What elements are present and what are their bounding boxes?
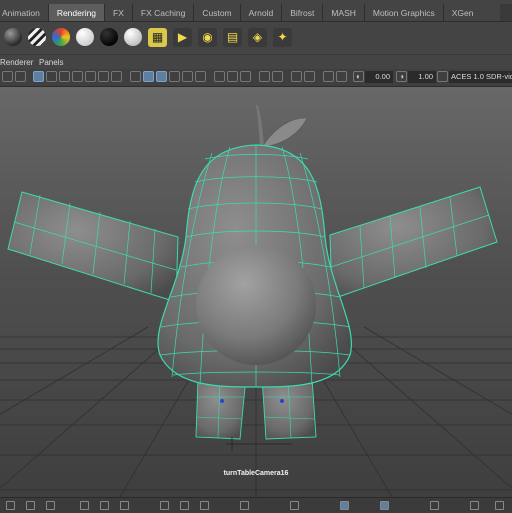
safe-action-icon[interactable] (98, 71, 109, 82)
menu-renderer[interactable]: Renderer (0, 58, 33, 67)
gamma-field[interactable]: 1.00 (408, 71, 436, 83)
tab-bifrost[interactable]: Bifrost (281, 4, 322, 21)
batch-render-icon[interactable]: ◈ (248, 27, 267, 47)
stem-leaf (256, 105, 308, 148)
viewport-3d[interactable]: turnTableCamera16 (0, 87, 512, 497)
viewport-toolbar: ◐ 0.00 ◑ 1.00 ACES 1.0 SDR-video (0, 69, 512, 87)
wireframe-on-shaded-icon[interactable] (156, 71, 167, 82)
scale-tool-icon[interactable] (120, 501, 129, 510)
panel-menu-bar: Renderer Panels (0, 54, 512, 70)
settings-icon[interactable] (495, 501, 504, 510)
aa-icon[interactable] (323, 71, 334, 82)
left-arm (7, 191, 179, 303)
tab-fx[interactable]: FX (104, 4, 132, 21)
textured-icon[interactable] (169, 71, 180, 82)
grid-toggle-icon[interactable] (33, 71, 44, 82)
color-management-icon[interactable] (437, 71, 448, 82)
use-all-lights-icon[interactable] (182, 71, 193, 82)
right-arm (329, 186, 498, 300)
shadows-icon[interactable] (195, 71, 206, 82)
field-chart-icon[interactable] (85, 71, 96, 82)
render-settings-icon[interactable]: ▦ (148, 27, 167, 47)
move-tool-icon[interactable] (80, 501, 89, 510)
render-sequence-icon[interactable]: ▤ (223, 27, 242, 47)
rotate-tool-icon[interactable] (100, 501, 109, 510)
shader-ball-dark-icon[interactable] (4, 28, 22, 46)
menu-panels[interactable]: Panels (39, 58, 63, 67)
history-icon[interactable] (240, 501, 249, 510)
exposure-icon[interactable]: ◐ (353, 71, 364, 82)
bookmark-icon[interactable] (15, 71, 26, 82)
camera-label: turnTableCamera16 (223, 470, 289, 477)
shader-ball-white-icon[interactable] (76, 28, 94, 46)
snap-point-icon[interactable] (200, 501, 209, 510)
shader-ball-striped-icon[interactable] (28, 28, 46, 46)
hud-icon[interactable] (304, 71, 315, 82)
gamma-icon[interactable]: ◑ (396, 71, 407, 82)
shelf-tab-bar: Animation Rendering FX FX Caching Custom… (0, 0, 512, 22)
motion-blur-icon[interactable] (272, 71, 283, 82)
tab-fx-caching[interactable]: FX Caching (131, 4, 193, 21)
snap-curve-icon[interactable] (180, 501, 189, 510)
snap-grid-icon[interactable] (160, 501, 169, 510)
lasso-tool-icon[interactable] (26, 501, 35, 510)
tab-mash[interactable]: MASH (322, 4, 364, 21)
paint-select-icon[interactable] (46, 501, 55, 510)
safe-title-icon[interactable] (111, 71, 122, 82)
resolution-gate-icon[interactable] (59, 71, 70, 82)
select-tool-icon[interactable] (6, 501, 15, 510)
film-gate-icon[interactable] (46, 71, 57, 82)
tab-animation[interactable]: Animation (0, 4, 48, 21)
tab-motion-graphics[interactable]: Motion Graphics (363, 4, 443, 21)
rendering-shelf: ▦ ▶ ◉ ▤ ◈ ✦ (0, 22, 512, 52)
layout-icon[interactable] (430, 501, 439, 510)
shader-ball-black-icon[interactable] (100, 28, 118, 46)
render-view-icon[interactable]: ✦ (273, 27, 292, 47)
xray-icon[interactable] (214, 71, 225, 82)
shader-ball-multicolor-icon[interactable] (52, 28, 70, 46)
camera-attributes-icon[interactable] (2, 71, 13, 82)
sphere-object (196, 245, 316, 365)
construction-history-icon[interactable] (340, 501, 349, 510)
xray-active-icon[interactable] (240, 71, 251, 82)
viewport-scene (0, 105, 512, 497)
screen-space-ao-icon[interactable] (259, 71, 270, 82)
exposure-field[interactable]: 0.00 (365, 71, 393, 83)
bottom-toolbar (0, 497, 512, 513)
symmetry-icon[interactable] (380, 501, 389, 510)
view-transform-dropdown[interactable]: ACES 1.0 SDR-video (449, 71, 512, 83)
xray-joints-icon[interactable] (227, 71, 238, 82)
render-current-frame-icon[interactable]: ▶ (173, 27, 192, 47)
depth-of-field-icon[interactable] (336, 71, 347, 82)
tab-custom[interactable]: Custom (193, 4, 239, 21)
workspace-icon[interactable] (470, 501, 479, 510)
ipr-render-icon[interactable]: ◉ (198, 27, 217, 47)
render-icon[interactable] (290, 501, 299, 510)
tab-scroll-button[interactable] (500, 4, 512, 21)
wireframe-icon[interactable] (130, 71, 141, 82)
smooth-shade-icon[interactable] (143, 71, 154, 82)
tab-arnold[interactable]: Arnold (239, 4, 282, 21)
tab-rendering[interactable]: Rendering (47, 4, 105, 21)
isolate-select-icon[interactable] (291, 71, 302, 82)
shader-ball-light-icon[interactable] (124, 28, 142, 46)
tab-xgen[interactable]: XGen (442, 4, 482, 21)
gate-mask-icon[interactable] (72, 71, 83, 82)
